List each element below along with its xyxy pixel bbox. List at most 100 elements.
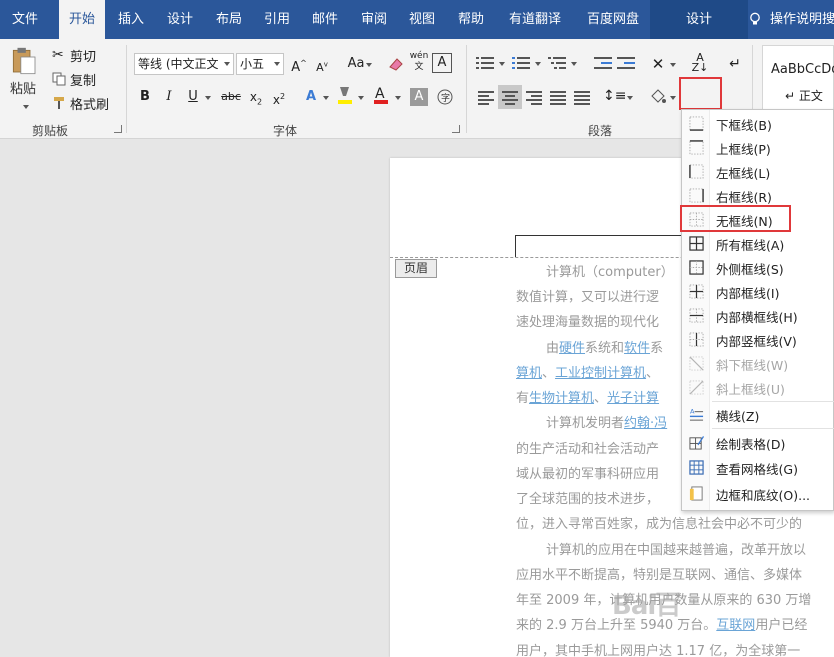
- doc-line: 速处理海量数据的现代化: [516, 315, 660, 330]
- doc-line: 有生物计算机、光子计算: [516, 391, 660, 406]
- highlight-button[interactable]: [334, 84, 356, 106]
- tab-file[interactable]: 文件: [0, 0, 50, 39]
- strikethrough-button[interactable]: abc: [218, 86, 244, 108]
- enclose-characters-button[interactable]: 字: [434, 86, 456, 108]
- multilevel-list-dropdown-arrow[interactable]: [571, 62, 577, 66]
- menu-item-horizontal-line[interactable]: A 横线(Z): [682, 403, 834, 427]
- font-name-dropdown-arrow[interactable]: [224, 62, 230, 66]
- underline-button[interactable]: U: [182, 86, 204, 108]
- change-case-dropdown-arrow[interactable]: [366, 63, 372, 67]
- chinese-layout-dropdown-arrow[interactable]: [670, 63, 676, 67]
- menu-item-border-inside-horizontal[interactable]: 内部横框线(H): [682, 304, 834, 328]
- paste-dropdown-arrow[interactable]: [23, 105, 29, 109]
- menu-item-border-outside[interactable]: 外侧框线(S): [682, 256, 834, 280]
- shading-button[interactable]: [647, 85, 669, 107]
- tab-design[interactable]: 设计: [157, 0, 203, 39]
- tab-home[interactable]: 开始: [59, 0, 105, 39]
- link-hardware[interactable]: 硬件: [559, 341, 585, 356]
- menu-item-border-left[interactable]: 左框线(L): [682, 160, 834, 184]
- clipboard-launcher[interactable]: [114, 125, 122, 133]
- font-name-value: 等线 (中文正文: [138, 57, 219, 71]
- link-inventor[interactable]: 约翰·冯: [624, 416, 667, 431]
- menu-item-border-top[interactable]: 上框线(P): [682, 136, 834, 160]
- doc-line: 用户，其中手机上网用户达 1.17 亿，为全球第一: [516, 644, 801, 657]
- doc-line: 域从最初的军事科研应用: [516, 467, 660, 482]
- sort-button[interactable]: A Z↓: [689, 52, 711, 75]
- highlight-dropdown-arrow[interactable]: [358, 96, 364, 100]
- border-none-highlight-box: [680, 205, 791, 232]
- font-color-button[interactable]: A: [370, 84, 392, 106]
- menu-item-border-inside-vertical[interactable]: 内部竖框线(V): [682, 328, 834, 352]
- link-industrial-computer[interactable]: 工业控制计算机: [555, 366, 646, 381]
- tell-me-search[interactable]: 操作说明搜索: [748, 0, 834, 39]
- subscript-button[interactable]: x2: [245, 86, 267, 108]
- menu-item-borders-and-shading[interactable]: 边框和底纹(O)...: [682, 482, 834, 506]
- character-border-icon: A: [437, 55, 447, 70]
- align-center-button[interactable]: [502, 90, 520, 105]
- menu-item-border-diagonal-up[interactable]: 斜上框线(U): [682, 376, 834, 400]
- tab-layout[interactable]: 布局: [206, 0, 252, 39]
- link-computer[interactable]: 算机: [516, 366, 542, 381]
- menu-item-draw-table[interactable]: 绘制表格(D): [682, 431, 834, 455]
- link-photon-computer[interactable]: 光子计算: [607, 391, 659, 406]
- tab-insert[interactable]: 插入: [108, 0, 154, 39]
- font-name-combo[interactable]: 等线 (中文正文: [134, 53, 234, 75]
- line-spacing-button[interactable]: ↕≡: [603, 85, 626, 107]
- menu-item-border-inside[interactable]: 内部框线(I): [682, 280, 834, 304]
- font-color-dropdown-arrow[interactable]: [395, 96, 401, 100]
- distributed-button[interactable]: [574, 90, 592, 105]
- font-launcher[interactable]: [452, 125, 460, 133]
- menu-item-border-bottom[interactable]: 下框线(B): [682, 112, 834, 136]
- text-effects-button[interactable]: A: [300, 86, 322, 108]
- decrease-indent-button[interactable]: [594, 56, 612, 70]
- style-normal[interactable]: AaBbCcDd ↵ 正文: [762, 45, 834, 117]
- underline-dropdown-arrow[interactable]: [205, 96, 211, 100]
- increase-indent-button[interactable]: [617, 56, 635, 70]
- menu-item-border-diagonal-down[interactable]: 斜下框线(W): [682, 352, 834, 376]
- paragraph-group-label: 段落: [587, 124, 612, 138]
- cut-button[interactable]: ✂ 剪切: [52, 44, 96, 66]
- tab-review[interactable]: 审阅: [351, 0, 397, 39]
- superscript-button[interactable]: x2: [268, 86, 290, 108]
- tab-youdao-translate[interactable]: 有道翻译: [500, 0, 570, 39]
- link-internet[interactable]: 互联网: [716, 618, 755, 633]
- menu-item-view-gridlines[interactable]: 查看网格线(G): [682, 456, 834, 480]
- line-spacing-dropdown-arrow[interactable]: [627, 96, 633, 100]
- character-shading-button[interactable]: A: [410, 88, 428, 106]
- shading-dropdown-arrow[interactable]: [670, 96, 676, 100]
- bold-button[interactable]: B: [134, 86, 156, 108]
- tab-view[interactable]: 视图: [399, 0, 445, 39]
- italic-button[interactable]: I: [158, 86, 180, 108]
- copy-button[interactable]: 复制: [52, 68, 96, 90]
- clear-formatting-button[interactable]: [385, 53, 407, 75]
- multilevel-list-button[interactable]: [548, 56, 566, 70]
- text-effects-dropdown-arrow[interactable]: [323, 96, 329, 100]
- align-left-button[interactable]: [478, 90, 496, 105]
- menu-item-border-all[interactable]: 所有框线(A): [682, 232, 834, 256]
- format-painter-label: 格式刷: [70, 97, 110, 113]
- font-size-dropdown-arrow[interactable]: [274, 62, 280, 66]
- tab-table-design[interactable]: 设计: [650, 0, 748, 39]
- format-painter-button[interactable]: 格式刷: [52, 92, 109, 114]
- justify-button[interactable]: [550, 90, 568, 105]
- tab-mailings[interactable]: 邮件: [302, 0, 348, 39]
- tab-help[interactable]: 帮助: [448, 0, 494, 39]
- tab-references[interactable]: 引用: [254, 0, 300, 39]
- menu-item-label: 所有框线(A): [716, 238, 785, 253]
- font-size-combo[interactable]: 小五: [236, 53, 284, 75]
- paste-button[interactable]: 粘贴: [6, 45, 42, 113]
- numbering-button[interactable]: [512, 56, 530, 70]
- shrink-font-button[interactable]: Av: [311, 53, 333, 75]
- link-software[interactable]: 软件: [624, 341, 650, 356]
- bullets-button[interactable]: [476, 56, 494, 70]
- phonetic-guide-button[interactable]: wén 文: [408, 51, 430, 73]
- link-bio-computer[interactable]: 生物计算机: [529, 391, 594, 406]
- bullets-dropdown-arrow[interactable]: [499, 62, 505, 66]
- chinese-layout-button[interactable]: ✕: [647, 53, 669, 75]
- numbering-dropdown-arrow[interactable]: [535, 62, 541, 66]
- tab-baidu-netdisk[interactable]: 百度网盘: [578, 0, 648, 39]
- align-right-button[interactable]: [526, 90, 544, 105]
- character-border-button[interactable]: A: [432, 53, 452, 73]
- grow-font-button[interactable]: A^: [288, 53, 310, 75]
- show-hide-marks-button[interactable]: ↵: [724, 53, 746, 75]
